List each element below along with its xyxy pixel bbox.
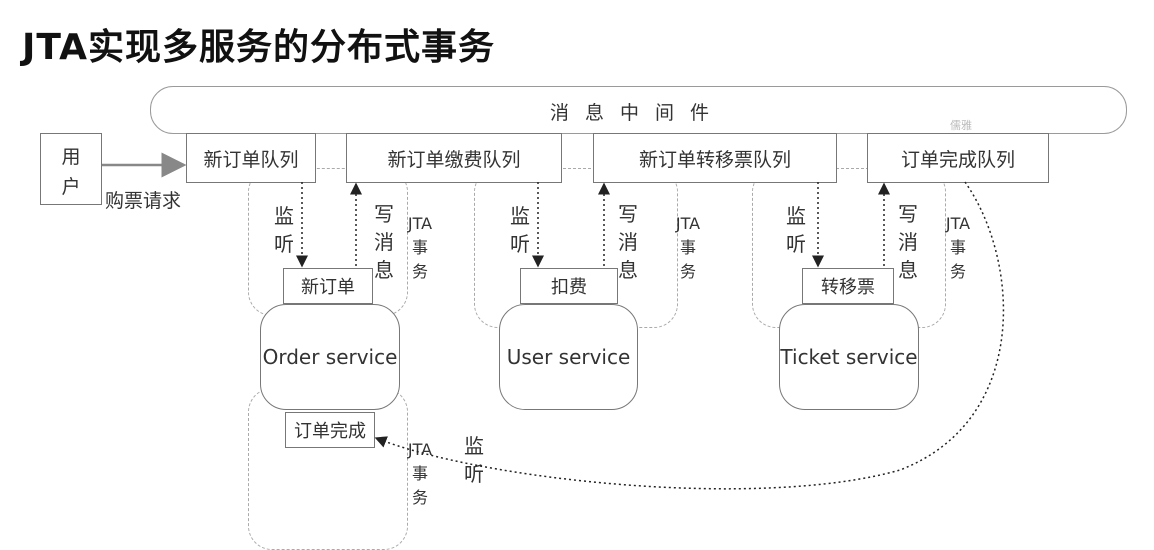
order-complete-listen-arrow (374, 181, 1005, 490)
connector-lines (102, 152, 1005, 490)
